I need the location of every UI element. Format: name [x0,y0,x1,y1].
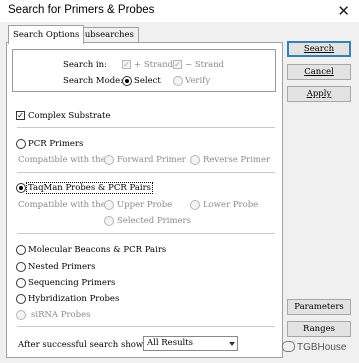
parameters-button[interactable]: Parameters [287,299,351,315]
minus-strand-label: − Strand [185,60,225,70]
hybridization-probes-label: Hybridization Probes [28,294,120,304]
pcr-primers-radio[interactable] [16,139,26,149]
apply-button[interactable]: Apply [287,86,351,102]
title-bar: Search for Primers & Probes ✕ [0,0,359,22]
search-in-label: Search in: [63,60,107,70]
hybridization-probes-radio[interactable] [16,294,26,304]
complex-substrate-label: Complex Substrate [28,111,111,121]
search-options-panel: Search in: ✓ + Strand ✓ − Strand Search … [6,42,283,358]
plus-strand-checkbox[interactable]: ✓ [122,60,131,69]
sirna-probes-label: siRNA Probes [31,310,91,320]
nested-primers-radio[interactable] [16,262,26,272]
chevron-down-icon [229,342,235,346]
upper-probe-radio[interactable] [104,200,114,210]
complex-substrate-checkbox[interactable]: ✓ [16,111,25,120]
chat-bubble-icon [282,341,295,352]
mode-select-label: Select [134,76,161,86]
plus-strand-label: + Strand [134,60,174,70]
ranges-button[interactable]: Ranges [287,321,351,337]
apply-button-label: Apply [306,89,332,99]
cancel-button[interactable]: Cancel [287,64,351,80]
upper-probe-label: Upper Probe [117,200,173,210]
sequencing-primers-label: Sequencing Primers [28,278,116,288]
minus-strand-checkbox[interactable]: ✓ [173,60,182,69]
search-button-label: Search [303,44,335,54]
nested-primers-label: Nested Primers [28,262,96,272]
sirna-probes-radio[interactable] [16,310,26,320]
divider [17,172,275,173]
forward-primer-label: Forward Primer [117,155,186,165]
after-search-label: After successful search show: [18,340,147,350]
watermark-text: TGBHouse [297,342,347,353]
molecular-beacons-radio[interactable] [16,245,26,255]
close-icon[interactable]: ✕ [337,2,350,20]
mode-verify-radio[interactable] [173,76,183,86]
ranges-button-label: Ranges [303,324,335,334]
lower-probe-radio[interactable] [190,200,200,210]
search-button[interactable]: Search [287,41,351,57]
parameters-button-label: Parameters [294,302,344,312]
window-title: Search for Primers & Probes [8,4,155,16]
taqman-radio[interactable] [16,183,26,193]
divider [17,127,275,128]
molecular-beacons-label: Molecular Beacons & PCR Pairs [28,245,167,255]
tab-search-options[interactable]: Search Options [8,25,85,44]
mode-select-radio[interactable] [122,76,132,86]
mode-verify-label: Verify [185,76,211,86]
taqman-compat-label: Compatible with the [18,200,106,210]
forward-primer-radio[interactable] [104,155,114,165]
selected-primers-label: Selected Primers [117,216,191,226]
selected-primers-radio[interactable] [104,216,114,226]
pcr-compat-label: Compatible with the [18,155,106,165]
watermark: TGBHouse [282,341,346,353]
divider [17,233,275,234]
divider [17,326,275,327]
cancel-button-label: Cancel [304,67,334,77]
reverse-primer-radio[interactable] [190,155,200,165]
taqman-label: TaqMan Probes & PCR Pairs [26,182,154,194]
reverse-primer-label: Reverse Primer [203,155,271,165]
lower-probe-label: Lower Probe [203,200,259,210]
sequencing-primers-radio[interactable] [16,278,26,288]
pcr-primers-label: PCR Primers [28,139,84,149]
search-mode-label: Search Mode: [63,76,124,86]
after-search-value: All Results [147,338,194,348]
after-search-dropdown[interactable]: All Results [143,336,238,351]
